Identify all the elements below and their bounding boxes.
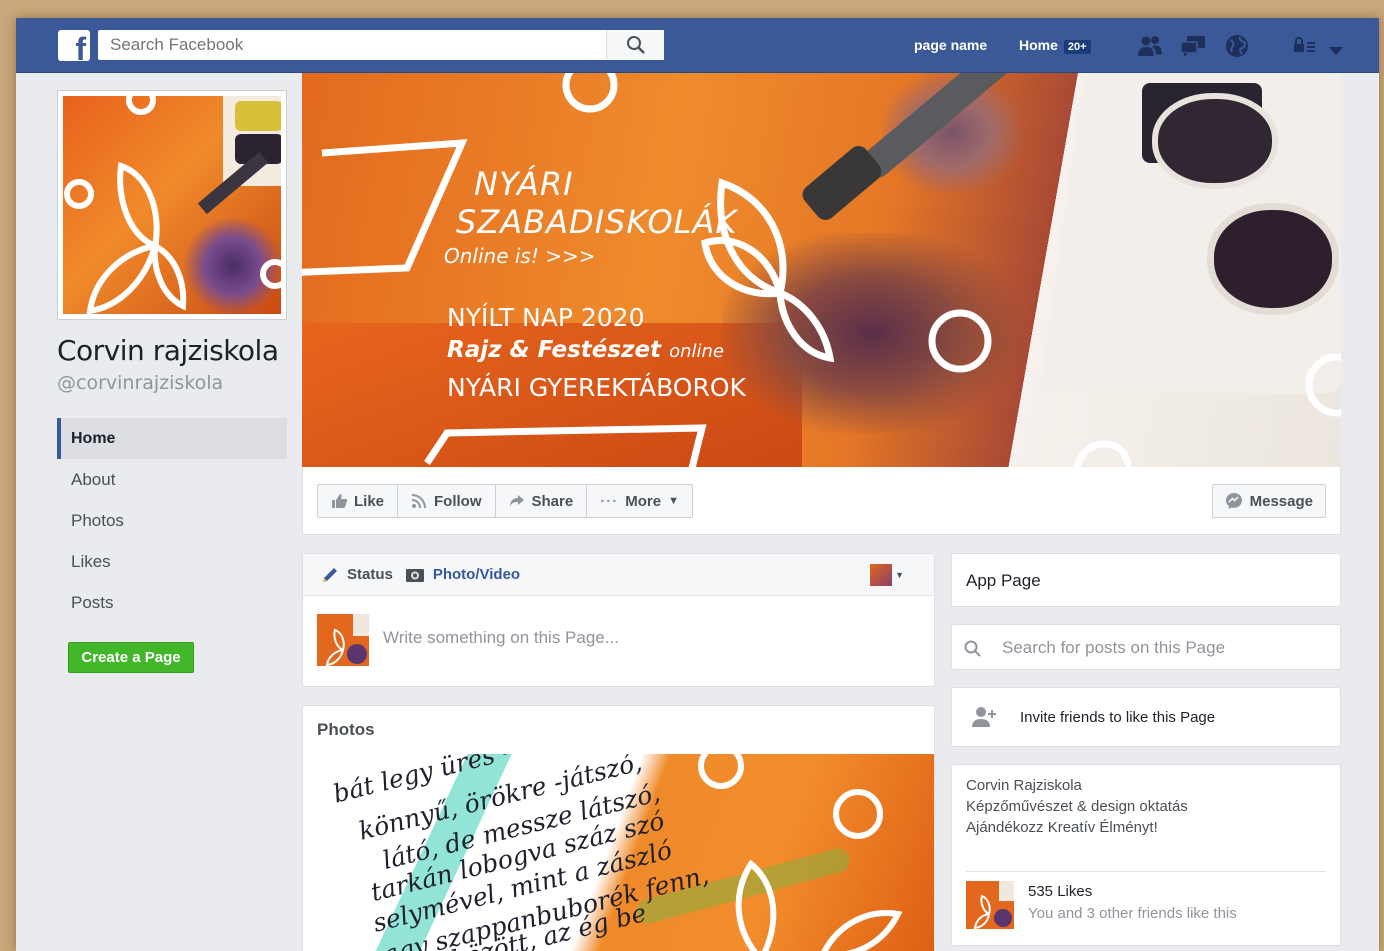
page-handle[interactable]: @corvinrajziskola bbox=[57, 372, 223, 394]
page-navigation: Home About Photos Likes Posts bbox=[57, 418, 287, 623]
about-divider bbox=[966, 871, 1326, 872]
share-button[interactable]: Share bbox=[496, 485, 588, 517]
search-icon bbox=[964, 640, 981, 657]
search-bar[interactable] bbox=[98, 30, 664, 60]
tab-status-label: Status bbox=[347, 566, 393, 583]
home-label: Home bbox=[1019, 37, 1058, 53]
photos-card: Photos bát legy üres - könnyű, örökre -j… bbox=[302, 705, 935, 951]
nav-item-photos[interactable]: Photos bbox=[57, 500, 287, 541]
camera-icon bbox=[405, 568, 424, 582]
page-name-link[interactable]: page name bbox=[914, 37, 987, 53]
composer-tabs: Status Photo/Video ▼ bbox=[303, 554, 934, 596]
cover-course: Rajz & Festészet online bbox=[447, 337, 724, 363]
facebook-page-frame: f page name Home 20+ bbox=[16, 18, 1379, 951]
about-description: Képzőművészet & design oktatás bbox=[966, 798, 1188, 815]
cover-open-day: NYÍLT NAP 2020 bbox=[447, 303, 645, 332]
composer-input[interactable]: Write something on this Page... bbox=[383, 628, 619, 648]
nav-item-likes[interactable]: Likes bbox=[57, 541, 287, 582]
tab-photo-video-label: Photo/Video bbox=[432, 566, 521, 583]
rss-icon bbox=[411, 494, 427, 509]
profile-picture[interactable] bbox=[57, 90, 287, 320]
about-name: Corvin Rajziskola bbox=[966, 777, 1082, 794]
post-as-avatar bbox=[870, 564, 893, 586]
home-notification-badge: 20+ bbox=[1063, 40, 1091, 54]
like-button[interactable]: Like bbox=[318, 485, 399, 517]
page-action-buttons: Like Follow Share ··· More ▼ bbox=[317, 484, 693, 518]
nav-item-home[interactable]: Home bbox=[57, 418, 287, 459]
tab-photo-video[interactable]: Photo/Video bbox=[405, 566, 520, 584]
page-post-search-input[interactable]: Search for posts on this Page bbox=[1002, 638, 1225, 658]
top-navigation-bar: f page name Home 20+ bbox=[16, 18, 1379, 73]
nav-item-posts[interactable]: Posts bbox=[57, 582, 287, 623]
ellipsis-icon: ··· bbox=[600, 492, 619, 510]
more-label: More bbox=[625, 492, 662, 510]
likes-friends[interactable]: You and 3 other friends like this bbox=[1028, 905, 1237, 922]
cover-course-title: Rajz & Festészet bbox=[447, 337, 662, 363]
page-title: Corvin rajziskola bbox=[57, 334, 279, 367]
cover-subheading: Online is! >>> bbox=[444, 244, 596, 268]
likes-avatar bbox=[966, 881, 1014, 929]
invite-friends-label: Invite friends to like this Page bbox=[1020, 709, 1216, 726]
thumbs-up-icon bbox=[332, 494, 347, 508]
create-page-button[interactable]: Create a Page bbox=[68, 642, 194, 673]
follow-label: Follow bbox=[434, 492, 482, 510]
caret-down-icon: ▼ bbox=[895, 570, 904, 580]
page-action-bar: Like Follow Share ··· More ▼ Message bbox=[302, 467, 1341, 535]
photos-heading[interactable]: Photos bbox=[317, 720, 375, 740]
nav-item-about[interactable]: About bbox=[57, 459, 287, 500]
about-card: Corvin Rajziskola Képzőművészet & design… bbox=[951, 764, 1341, 946]
message-button[interactable]: Message bbox=[1211, 484, 1326, 518]
share-label: Share bbox=[531, 492, 574, 510]
globe-icon[interactable] bbox=[1224, 34, 1250, 58]
likes-count[interactable]: 535 Likes bbox=[1028, 883, 1092, 900]
composer-avatar bbox=[317, 614, 369, 666]
post-composer: Status Photo/Video ▼ Write something on … bbox=[302, 553, 935, 687]
messenger-icon bbox=[1225, 493, 1242, 509]
pencil-icon bbox=[323, 567, 337, 582]
facebook-logo-icon[interactable]: f bbox=[58, 30, 90, 61]
cover-camps: NYÁRI GYEREKTÁBOROK bbox=[447, 373, 746, 402]
dropdown-icon[interactable] bbox=[1328, 39, 1344, 63]
tab-status[interactable]: Status bbox=[321, 566, 393, 584]
cover-course-online: online bbox=[669, 341, 724, 362]
cover-heading-line2: SZABADISKOLÁK bbox=[456, 203, 738, 241]
photos-preview[interactable]: bát legy üres - könnyű, örökre -játszó, … bbox=[303, 754, 934, 951]
search-input[interactable] bbox=[98, 30, 598, 60]
follow-button[interactable]: Follow bbox=[398, 485, 496, 517]
home-link[interactable]: Home 20+ bbox=[1019, 37, 1091, 54]
friends-icon[interactable] bbox=[1137, 34, 1163, 58]
messages-icon[interactable] bbox=[1180, 34, 1206, 58]
cover-photo[interactable]: NYÁRI SZABADISKOLÁK Online is! >>> NYÍLT… bbox=[302, 73, 1341, 467]
caret-down-icon: ▼ bbox=[668, 495, 679, 507]
share-arrow-icon bbox=[509, 495, 524, 507]
search-button[interactable] bbox=[606, 30, 664, 60]
invite-friends-card[interactable]: Invite friends to like this Page bbox=[951, 687, 1341, 747]
add-friend-icon bbox=[972, 707, 996, 727]
post-as-selector[interactable]: ▼ bbox=[870, 564, 904, 586]
like-label: Like bbox=[354, 492, 385, 510]
page-post-search[interactable]: Search for posts on this Page bbox=[951, 624, 1341, 670]
privacy-icon[interactable] bbox=[1293, 34, 1317, 58]
profile-picture-image bbox=[63, 96, 281, 314]
message-label: Message bbox=[1249, 492, 1313, 510]
more-button[interactable]: ··· More ▼ bbox=[587, 485, 692, 517]
app-page-label: App Page bbox=[966, 571, 1041, 590]
cover-heading-line1: NYÁRI bbox=[474, 165, 574, 203]
about-slogan: Ajándékozz Kreatív Élményt! bbox=[966, 819, 1158, 836]
app-page-card[interactable]: App Page bbox=[951, 553, 1341, 607]
search-icon bbox=[626, 36, 645, 54]
